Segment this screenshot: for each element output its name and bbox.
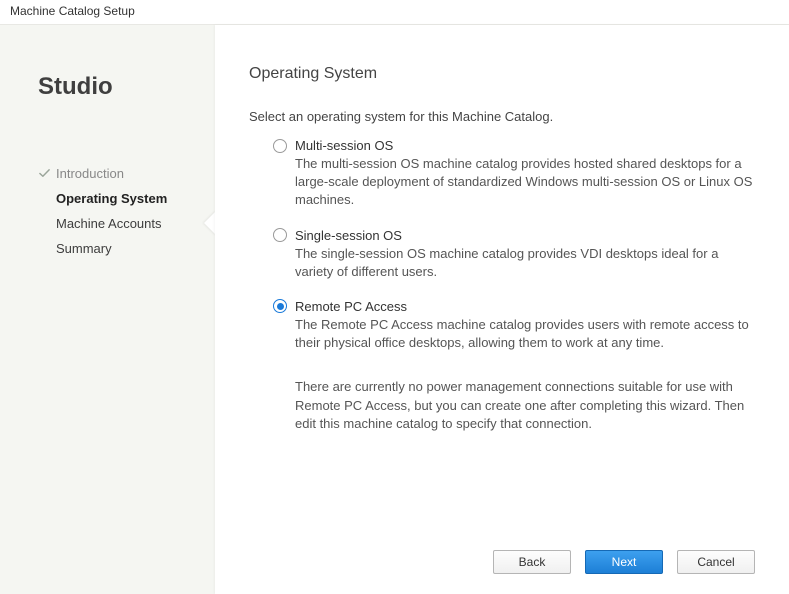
options-group: Multi-session OS The multi-session OS ma… — [249, 138, 755, 433]
radio-icon[interactable] — [273, 299, 287, 313]
option-description: The single-session OS machine catalog pr… — [295, 245, 755, 281]
option-label: Multi-session OS — [295, 138, 393, 153]
nav-item-label: Machine Accounts — [56, 216, 162, 231]
info-note: There are currently no power management … — [295, 378, 755, 433]
nav-item-label: Operating System — [56, 191, 167, 206]
back-button[interactable]: Back — [493, 550, 571, 574]
nav-item-summary[interactable]: Summary — [38, 236, 207, 261]
option-description: The multi-session OS machine catalog pro… — [295, 155, 755, 210]
wizard-body: Studio Introduction Operating System Mac… — [0, 24, 789, 594]
sidebar: Studio Introduction Operating System Mac… — [0, 25, 215, 594]
option-description: The Remote PC Access machine catalog pro… — [295, 316, 755, 352]
cancel-button[interactable]: Cancel — [677, 550, 755, 574]
radio-icon[interactable] — [273, 228, 287, 242]
nav-list: Introduction Operating System Machine Ac… — [38, 161, 207, 261]
option-label: Single-session OS — [295, 228, 402, 243]
nav-item-machine-accounts[interactable]: Machine Accounts — [38, 211, 207, 236]
button-bar: Back Next Cancel — [493, 550, 755, 574]
check-icon — [38, 168, 50, 180]
option-label: Remote PC Access — [295, 299, 407, 314]
window-title: Machine Catalog Setup — [0, 0, 789, 24]
next-button[interactable]: Next — [585, 550, 663, 574]
brand-title: Studio — [38, 73, 207, 101]
main-panel: Operating System Select an operating sys… — [215, 25, 789, 594]
nav-item-introduction[interactable]: Introduction — [38, 161, 207, 186]
page-instruction: Select an operating system for this Mach… — [249, 109, 755, 124]
nav-item-operating-system[interactable]: Operating System — [38, 186, 207, 211]
option-remote-pc-access[interactable]: Remote PC Access The Remote PC Access ma… — [273, 299, 755, 352]
option-multi-session-os[interactable]: Multi-session OS The multi-session OS ma… — [273, 138, 755, 210]
option-single-session-os[interactable]: Single-session OS The single-session OS … — [273, 228, 755, 281]
radio-icon[interactable] — [273, 139, 287, 153]
nav-item-label: Summary — [56, 241, 112, 256]
page-title: Operating System — [249, 65, 755, 83]
nav-item-label: Introduction — [56, 166, 124, 181]
